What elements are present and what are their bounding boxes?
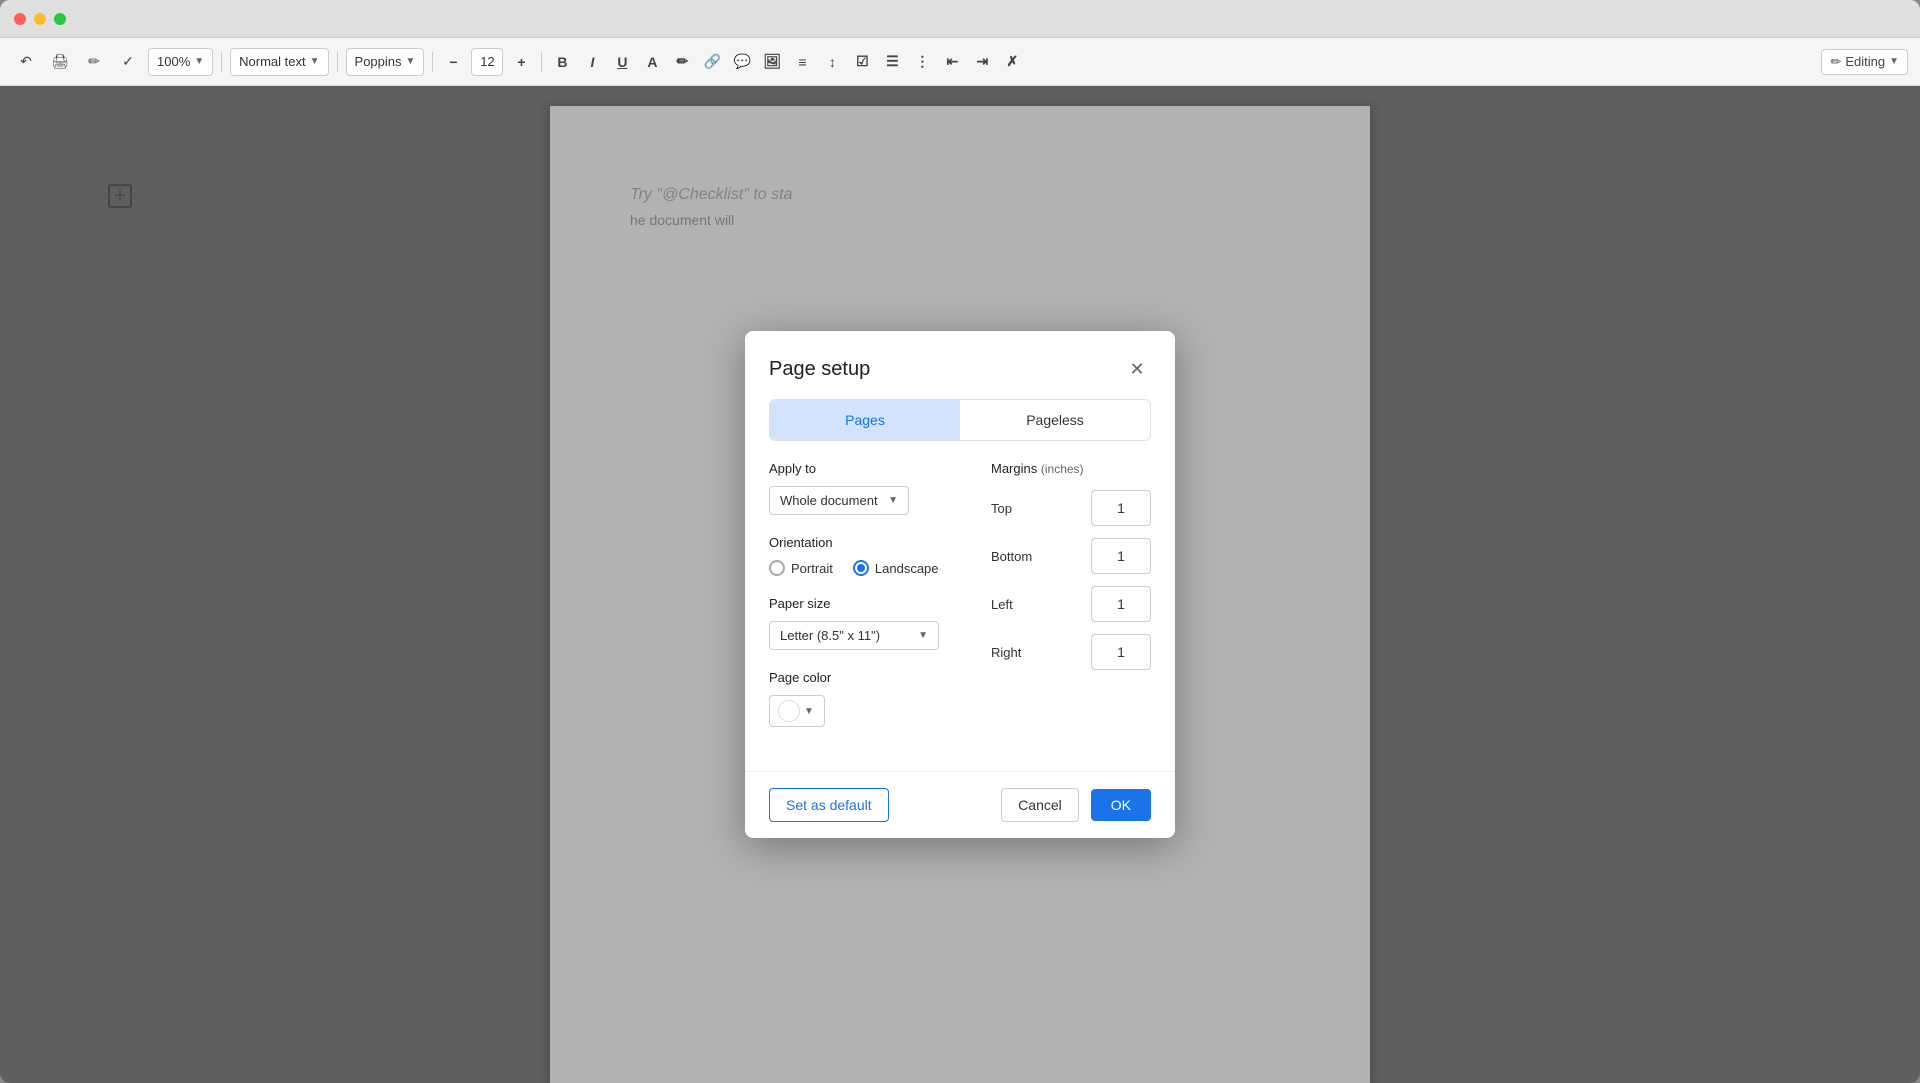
page-color-section: Page color ▼ — [769, 670, 951, 727]
margin-top-row: Top 1 — [991, 490, 1151, 526]
spell-check-icon[interactable]: ✓ — [114, 48, 142, 76]
style-dropdown[interactable]: Normal text ▼ — [230, 48, 328, 76]
close-icon[interactable]: ✕ — [1123, 355, 1151, 383]
margin-left-row: Left 1 — [991, 586, 1151, 622]
spacing-button[interactable]: ↕ — [820, 50, 844, 74]
document-area: Try "@Checklist" to sta he document will… — [0, 86, 1920, 1083]
margins-unit: (inches) — [1041, 462, 1084, 476]
landscape-radio[interactable] — [853, 560, 869, 576]
editing-dropdown[interactable]: ✏ Editing ▼ — [1821, 49, 1908, 75]
landscape-option[interactable]: Landscape — [853, 560, 939, 576]
minimize-button[interactable] — [34, 13, 46, 25]
print-icon[interactable]: 🖨 — [46, 48, 74, 76]
apply-to-section: Apply to Whole document ▼ — [769, 461, 951, 515]
zoom-chevron-icon: ▼ — [194, 56, 204, 67]
apply-to-label: Apply to — [769, 461, 951, 476]
divider-3 — [432, 52, 433, 72]
portrait-radio[interactable] — [769, 560, 785, 576]
tab-pageless[interactable]: Pageless — [960, 400, 1150, 440]
zoom-dropdown[interactable]: 100% ▼ — [148, 48, 213, 76]
orientation-label: Orientation — [769, 535, 951, 550]
toolbar: ↶ 🖨 ✏ ✓ 100% ▼ Normal text ▼ Poppins ▼ −… — [0, 38, 1920, 86]
margin-top-input[interactable]: 1 — [1091, 490, 1151, 526]
dialog-footer: Set as default Cancel OK — [745, 771, 1175, 838]
font-size-box[interactable]: 12 — [471, 48, 503, 76]
margin-right-row: Right 1 — [991, 634, 1151, 670]
margins-section: Margins (inches) Top 1 Bottom — [991, 461, 1151, 747]
page-color-label: Page color — [769, 670, 951, 685]
indent-right-button[interactable]: ⇥ — [970, 50, 994, 74]
margin-left-input[interactable]: 1 — [1091, 586, 1151, 622]
color-chevron-icon: ▼ — [804, 706, 814, 717]
divider-4 — [541, 52, 542, 72]
cancel-button[interactable]: Cancel — [1001, 788, 1079, 822]
orientation-options: Portrait Landscape — [769, 560, 951, 576]
margin-bottom-label: Bottom — [991, 549, 1041, 564]
color-swatch — [778, 700, 800, 722]
align-button[interactable]: ≡ — [790, 50, 814, 74]
margin-left-label: Left — [991, 597, 1041, 612]
italic-button[interactable]: I — [580, 50, 604, 74]
paint-format-icon[interactable]: ✏ — [80, 48, 108, 76]
font-size-increase[interactable]: + — [509, 50, 533, 74]
apply-to-chevron-icon: ▼ — [888, 495, 898, 506]
margin-bottom-row: Bottom 1 — [991, 538, 1151, 574]
comment-button[interactable]: 💬 — [730, 50, 754, 74]
titlebar — [0, 0, 1920, 38]
apply-to-dropdown[interactable]: Whole document ▼ — [769, 486, 909, 515]
indent-left-button[interactable]: ⇤ — [940, 50, 964, 74]
paper-size-section: Paper size Letter (8.5" x 11") ▼ — [769, 596, 951, 650]
dialog-header: Page setup ✕ — [745, 331, 1175, 399]
bold-button[interactable]: B — [550, 50, 574, 74]
app-window: ↶ 🖨 ✏ ✓ 100% ▼ Normal text ▼ Poppins ▼ −… — [0, 0, 1920, 1083]
dialog-tabs: Pages Pageless — [769, 399, 1151, 441]
landscape-radio-dot — [857, 564, 865, 572]
dialog-body: Apply to Whole document ▼ Orientation — [745, 461, 1175, 771]
paper-size-dropdown[interactable]: Letter (8.5" x 11") ▼ — [769, 621, 939, 650]
margin-right-label: Right — [991, 645, 1041, 660]
text-color-button[interactable]: A — [640, 50, 664, 74]
tab-pages[interactable]: Pages — [770, 400, 960, 440]
clear-format-button[interactable]: ✗ — [1000, 50, 1024, 74]
numbered-list-button[interactable]: ⋮ — [910, 50, 934, 74]
page-setup-dialog: Page setup ✕ Pages Pageless — [745, 331, 1175, 838]
set-as-default-button[interactable]: Set as default — [769, 788, 889, 822]
font-size-decrease[interactable]: − — [441, 50, 465, 74]
margin-bottom-input[interactable]: 1 — [1091, 538, 1151, 574]
list-button[interactable]: ☰ — [880, 50, 904, 74]
style-chevron-icon: ▼ — [310, 56, 320, 67]
dialog-left-column: Apply to Whole document ▼ Orientation — [769, 461, 951, 747]
divider-2 — [337, 52, 338, 72]
margin-right-input[interactable]: 1 — [1091, 634, 1151, 670]
image-button[interactable]: 🖼 — [760, 50, 784, 74]
divider-1 — [221, 52, 222, 72]
paper-size-label: Paper size — [769, 596, 951, 611]
margins-label: Margins (inches) — [991, 461, 1151, 476]
checklist-button[interactable]: ☑ — [850, 50, 874, 74]
ok-button[interactable]: OK — [1091, 789, 1151, 821]
orientation-section: Orientation Portrait — [769, 535, 951, 576]
portrait-option[interactable]: Portrait — [769, 560, 833, 576]
close-button[interactable] — [14, 13, 26, 25]
dialog-title: Page setup — [769, 358, 870, 381]
modal-overlay: Page setup ✕ Pages Pageless — [0, 86, 1920, 1083]
page-color-picker[interactable]: ▼ — [769, 695, 825, 727]
paper-size-chevron-icon: ▼ — [918, 630, 928, 641]
highlight-button[interactable]: ✏ — [670, 50, 694, 74]
underline-button[interactable]: U — [610, 50, 634, 74]
maximize-button[interactable] — [54, 13, 66, 25]
font-dropdown[interactable]: Poppins ▼ — [346, 48, 425, 76]
margin-top-label: Top — [991, 501, 1041, 516]
undo-icon[interactable]: ↶ — [12, 48, 40, 76]
font-chevron-icon: ▼ — [406, 56, 416, 67]
link-button[interactable]: 🔗 — [700, 50, 724, 74]
editing-chevron-icon: ▼ — [1889, 56, 1899, 67]
